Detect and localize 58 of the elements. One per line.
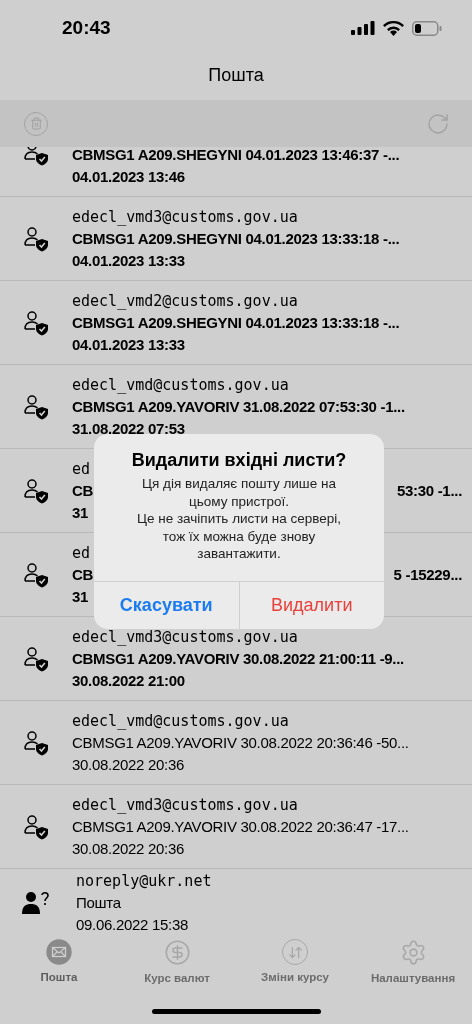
message-date: 04.01.2023 13:33 xyxy=(72,250,185,271)
verified-user-icon xyxy=(23,393,49,420)
wifi-icon xyxy=(383,20,404,36)
status-time: 20:43 xyxy=(62,17,111,39)
verified-user-icon xyxy=(23,645,49,672)
message-subject: Пошта xyxy=(76,892,121,913)
message-sender: edecl_vmd3@customs.gov.ua xyxy=(72,626,298,648)
message-sender: ed xyxy=(72,458,91,480)
message-date: 30.08.2022 20:36 xyxy=(72,838,184,859)
message-sender: edecl_vmd2@customs.gov.ua xyxy=(72,290,298,312)
message-subject: CBMSG1 A209.SHEGYNI 04.01.2023 13:33:18 -... xyxy=(72,228,400,249)
message-date: 09.06.2022 15:38 xyxy=(76,914,188,935)
message-row[interactable]: edecl_vmd3@customs.gov.ua CBMSG1 A209.SHEGYNI 04.01.2023 13:33:18 -... 04.01.2023 13:33 xyxy=(0,197,472,281)
verified-user-icon xyxy=(23,309,49,336)
dollar-icon xyxy=(163,939,191,966)
message-sender: noreply@ukr.net xyxy=(76,870,212,892)
message-subject: CBMSG1 A209.YAVORIV 30.08.2022 21:00:11 -9... xyxy=(72,648,404,669)
message-subject: CB xyxy=(72,564,94,585)
message-subject: 53:30 -1... xyxy=(396,480,462,501)
message-date: 31 xyxy=(72,502,89,523)
battery-icon xyxy=(412,20,442,36)
message-sender: ed xyxy=(72,542,91,564)
message-row[interactable]: edecl_vmd2@customs.gov.ua CBMSG1 A209.SHEGYNI 04.01.2023 13:33:18 -... 04.01.2023 13:33 xyxy=(0,281,472,365)
message-sender: edecl_vmd3@customs.gov.ua xyxy=(72,206,298,228)
verified-user-icon xyxy=(23,729,49,756)
signal-icon xyxy=(351,21,375,35)
message-date: 30.08.2022 20:36 xyxy=(72,754,184,775)
verified-user-icon xyxy=(23,561,49,588)
message-subject: CBMSG1 A209.YAVORIV 30.08.2022 20:36:46 -50... xyxy=(72,732,409,753)
message-sender: edecl_vmd@customs.gov.ua xyxy=(72,374,289,396)
dialog-message: Ця дія видаляє пошту лише на цьому пристрої. Це не зачіпить листи на сервері, тож їх можна буде знову завантажити. xyxy=(135,475,343,563)
refresh-button[interactable] xyxy=(426,111,450,136)
verified-user-icon xyxy=(23,225,49,252)
verified-user-icon xyxy=(23,813,49,840)
tab[interactable]: Пошта xyxy=(0,935,118,1024)
message-row[interactable]: CBMSG1 A209.SHEGYNI 04.01.2023 13:46:37 -... 04.01.2023 13:46 xyxy=(0,147,472,197)
trash-icon xyxy=(29,117,43,130)
mail-icon xyxy=(46,939,72,965)
message-sender: edecl_vmd3@customs.gov.ua xyxy=(72,794,298,816)
message-date: 04.01.2023 13:46 xyxy=(72,167,185,187)
message-date: 31.08.2022 07:53 xyxy=(72,418,185,439)
verified-user-icon xyxy=(23,477,49,504)
screen-title: Пошта xyxy=(208,64,264,86)
message-date: 30.08.2022 21:00 xyxy=(72,670,185,691)
message-row[interactable]: edecl_vmd@customs.gov.ua CBMSG1 A209.YAVORIV 30.08.2022 20:36:46 -50... 30.08.2022 20:36 xyxy=(0,701,472,785)
unknown-user-icon xyxy=(22,889,50,916)
message-subject: CBMSG1 A209.SHEGYNI 04.01.2023 13:33:18 -... xyxy=(72,312,400,333)
message-row[interactable]: noreply@ukr.net Пошта 09.06.2022 15:38 xyxy=(0,869,472,935)
dialog-title: Видалити вхідні листи? xyxy=(130,449,348,472)
message-subject: CBMSG1 A209.YAVORIV 31.08.2022 07:53:30 -1... xyxy=(72,396,405,417)
message-subject: CB xyxy=(72,480,94,501)
message-date: 04.01.2023 13:33 xyxy=(72,334,185,355)
message-subject: CBMSG1 A209.YAVORIV 30.08.2022 20:36:47 -17... xyxy=(72,816,409,837)
message-subject: 5 -15229... xyxy=(393,564,462,585)
message-sender: edecl_vmd@customs.gov.ua xyxy=(72,710,289,732)
message-row[interactable]: edecl_vmd3@customs.gov.ua CBMSG1 A209.YAVORIV 30.08.2022 20:36:47 -17... 30.08.2022 20:36 xyxy=(0,785,472,869)
message-date: 31 xyxy=(72,586,89,607)
message-subject: CBMSG1 A209.SHEGYNI 04.01.2023 13:46:37 -... xyxy=(72,147,400,165)
